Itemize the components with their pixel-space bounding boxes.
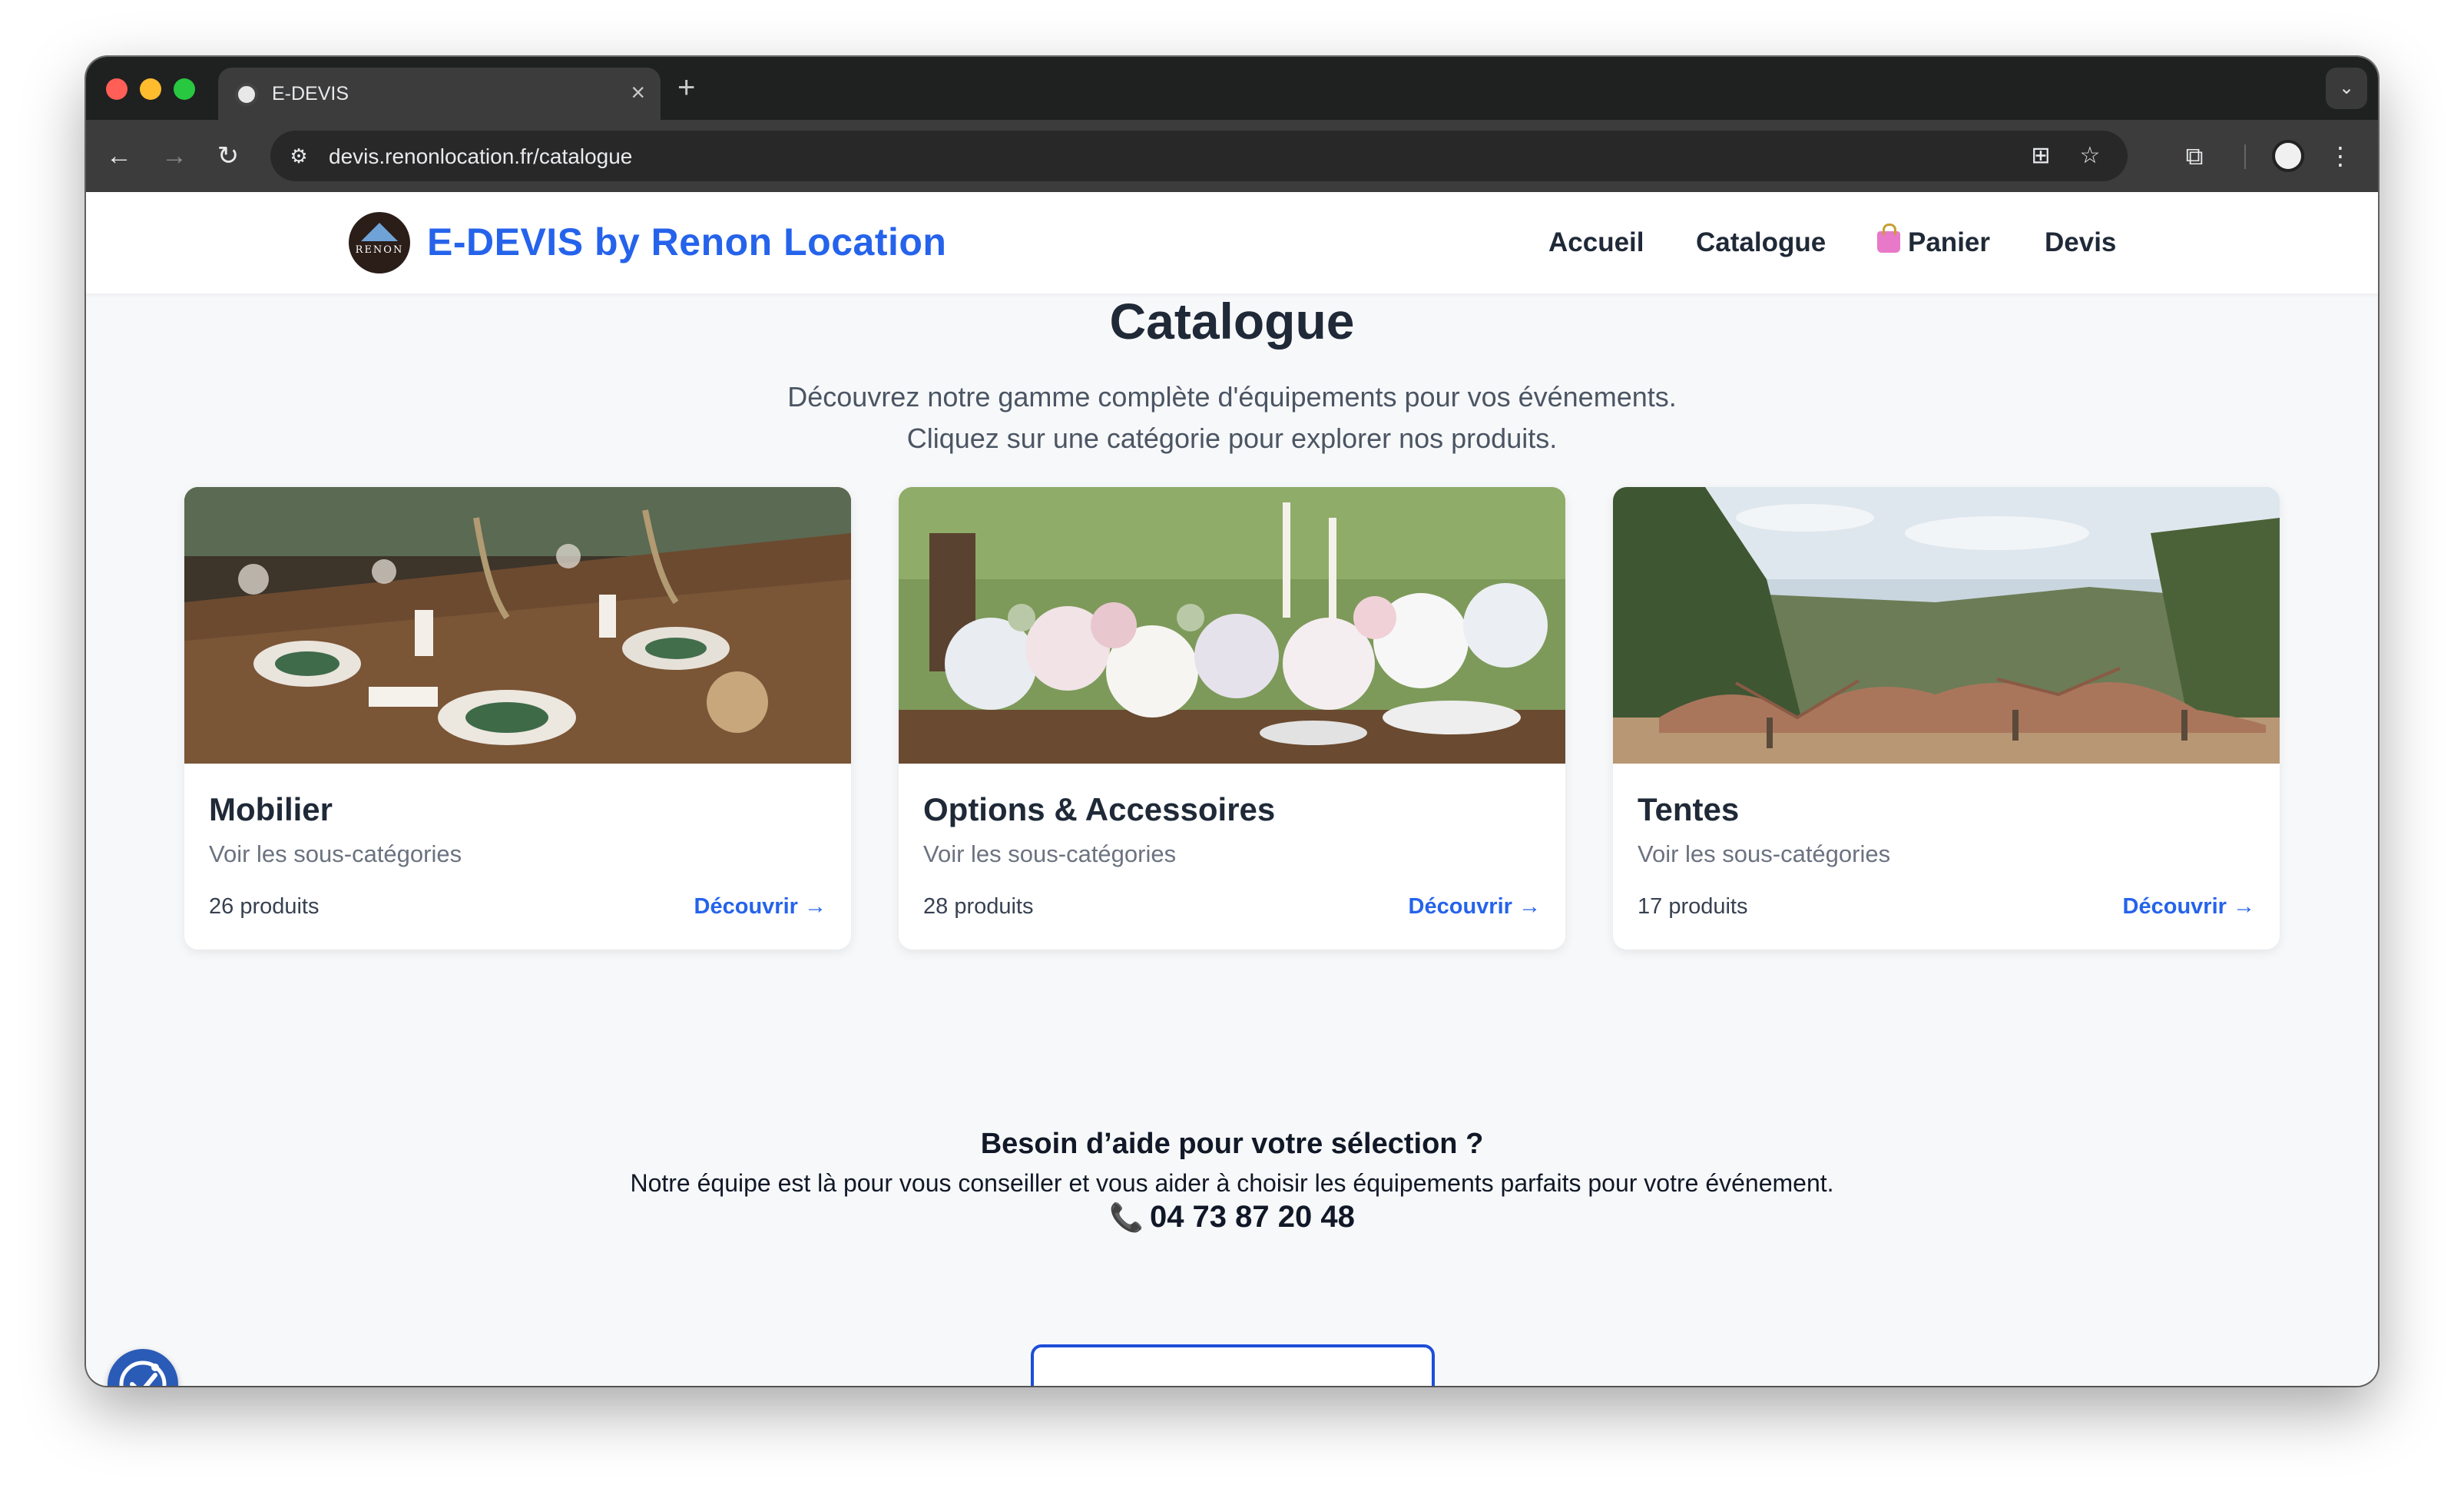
web-page: RENON E-DEVIS by Renon Location Accueil … bbox=[86, 192, 2378, 1386]
discover-link[interactable]: Découvrir → bbox=[694, 894, 826, 920]
address-bar[interactable]: ⚙ devis.renonlocation.fr/catalogue ⊞ ☆ bbox=[270, 131, 2128, 181]
nav-accueil[interactable]: Accueil bbox=[1548, 227, 1644, 258]
table-setting-photo bbox=[184, 487, 851, 764]
phone-number: 04 73 87 20 48 bbox=[1149, 1200, 1355, 1234]
category-subtitle: Voir les sous-catégories bbox=[1638, 840, 1891, 867]
shopping-bag-icon bbox=[1877, 224, 1900, 253]
tab-title: E-DEVIS bbox=[272, 83, 349, 104]
brand-name[interactable]: E-DEVIS by Renon Location bbox=[427, 220, 946, 264]
product-count: 26 produits bbox=[209, 894, 320, 919]
contact-button[interactable] bbox=[1031, 1344, 1435, 1386]
url-text[interactable]: devis.renonlocation.fr/catalogue bbox=[329, 144, 632, 169]
browser-window: E-DEVIS × + ⌄ ← → ↻ ⚙ devis.renonlocatio… bbox=[86, 57, 2378, 1386]
category-card-tentes[interactable]: Tentes Voir les sous-catégories 17 produ… bbox=[1613, 487, 2280, 950]
nav-devis[interactable]: Devis bbox=[2045, 227, 2116, 258]
back-arrow-icon[interactable]: ← bbox=[100, 137, 138, 175]
phone-icon: 📞 bbox=[1109, 1201, 1144, 1233]
mountain-icon bbox=[361, 223, 398, 241]
category-image-options-accessoires[interactable] bbox=[899, 487, 1565, 764]
extensions-icon[interactable]: ⧉ bbox=[2175, 137, 2214, 175]
profile-avatar[interactable] bbox=[2272, 140, 2304, 172]
tab-strip: E-DEVIS × + ⌄ bbox=[86, 57, 2378, 120]
help-title: Besoin d’aide pour votre sélection ? bbox=[980, 1128, 1484, 1160]
browser-toolbar: ← → ↻ ⚙ devis.renonlocation.fr/catalogue… bbox=[86, 120, 2378, 192]
close-window-button[interactable] bbox=[106, 78, 128, 100]
category-title: Tentes bbox=[1638, 791, 1740, 827]
category-title: Options & Accessoires bbox=[923, 791, 1276, 827]
tab-close-icon[interactable]: × bbox=[631, 78, 645, 106]
category-title: Mobilier bbox=[209, 791, 333, 827]
site-header: RENON E-DEVIS by Renon Location Accueil … bbox=[86, 192, 2378, 293]
discover-link[interactable]: Découvrir → bbox=[1409, 894, 1541, 920]
maximize-window-button[interactable] bbox=[174, 78, 195, 100]
hero-description-line-1: Découvrez notre gamme complète d'équipem… bbox=[787, 381, 1677, 413]
tab-search-button[interactable]: ⌄ bbox=[2326, 68, 2367, 109]
nav-panier[interactable]: Panier bbox=[1877, 224, 1990, 258]
accessibility-check-icon bbox=[119, 1360, 167, 1386]
forward-arrow-icon[interactable]: → bbox=[155, 137, 194, 175]
category-image-mobilier[interactable] bbox=[184, 487, 851, 764]
help-text: Notre équipe est là pour vous conseiller… bbox=[630, 1169, 1834, 1197]
nav-catalogue[interactable]: Catalogue bbox=[1696, 227, 1826, 258]
browser-tab[interactable]: E-DEVIS × bbox=[218, 68, 661, 120]
category-card-options-accessoires[interactable]: Options & Accessoires Voir les sous-caté… bbox=[899, 487, 1565, 950]
favicon-icon bbox=[235, 83, 258, 106]
flower-arrangement-photo bbox=[899, 487, 1565, 764]
bookmark-star-icon[interactable]: ☆ bbox=[2074, 140, 2106, 172]
logo-text: RENON bbox=[355, 244, 404, 256]
renon-logo[interactable]: RENON bbox=[349, 212, 410, 273]
hero-description-line-2: Cliquez sur une catégorie pour explorer … bbox=[906, 423, 1558, 454]
product-count: 17 produits bbox=[1638, 894, 1748, 919]
help-phone[interactable]: 📞 04 73 87 20 48 bbox=[86, 1200, 2378, 1235]
translate-icon[interactable]: ⊞ bbox=[2025, 140, 2057, 172]
reload-icon[interactable]: ↻ bbox=[209, 137, 247, 175]
stretch-tents-photo bbox=[1613, 487, 2280, 764]
category-image-tentes[interactable] bbox=[1613, 487, 2280, 764]
accessibility-button[interactable] bbox=[108, 1349, 178, 1386]
site-info-icon[interactable]: ⚙ bbox=[284, 141, 313, 171]
new-tab-button[interactable]: + bbox=[677, 68, 695, 108]
discover-link[interactable]: Découvrir → bbox=[2123, 894, 2255, 920]
page-title: Catalogue bbox=[1109, 293, 1355, 350]
minimize-window-button[interactable] bbox=[140, 78, 161, 100]
browser-menu-icon[interactable]: ⋮ bbox=[2321, 137, 2360, 175]
category-subtitle: Voir les sous-catégories bbox=[209, 840, 462, 867]
product-count: 28 produits bbox=[923, 894, 1034, 919]
toolbar-divider bbox=[2244, 144, 2246, 169]
category-subtitle: Voir les sous-catégories bbox=[923, 840, 1177, 867]
category-card-mobilier[interactable]: Mobilier Voir les sous-catégories 26 pro… bbox=[184, 487, 851, 950]
nav-panier-label: Panier bbox=[1908, 227, 1990, 257]
